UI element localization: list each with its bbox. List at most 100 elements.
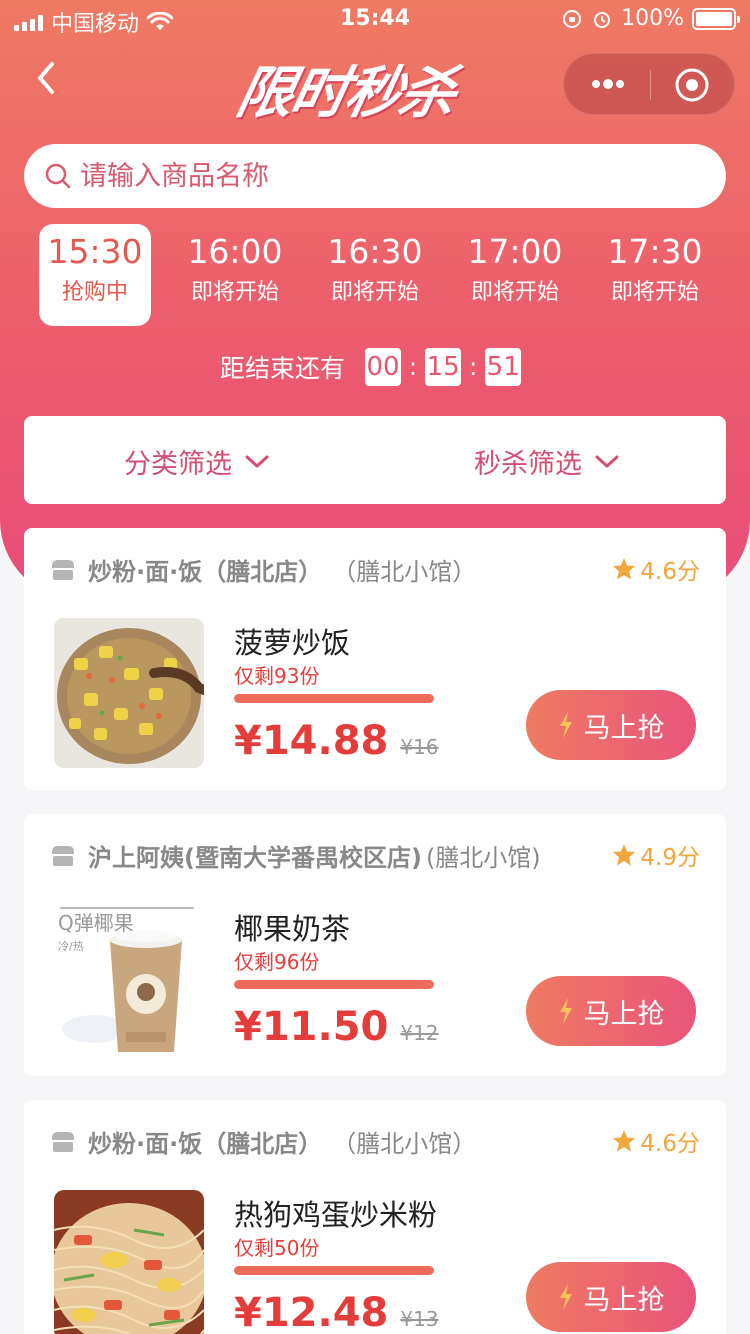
- category-filter[interactable]: 分类筛选: [124, 442, 270, 481]
- orientation-lock-icon: [563, 9, 582, 28]
- countdown-label: 距结束还有: [220, 354, 346, 383]
- countdown-minutes: 15: [425, 348, 462, 386]
- slot-time: 17:00: [467, 232, 563, 271]
- slot-time: 16:30: [327, 232, 423, 271]
- chevron-down-icon: [595, 455, 619, 467]
- price-row: ¥14.88 ¥16: [234, 718, 439, 764]
- slot-time: 16:00: [187, 232, 283, 271]
- battery-percent: 100%: [621, 6, 684, 31]
- buy-now-label: 马上抢: [583, 1284, 665, 1316]
- original-price: ¥16: [400, 735, 439, 759]
- shop-branch: （膳北小馆）: [332, 558, 477, 586]
- page-title: 限时秒杀: [230, 61, 461, 126]
- stock-remaining: 仅剩50份: [234, 1236, 320, 1260]
- store-icon: [52, 845, 74, 866]
- stock-remaining: 仅剩96份: [234, 950, 320, 974]
- store-icon: [52, 559, 74, 580]
- slot-status: 即将开始: [330, 280, 419, 305]
- lightning-icon: [559, 712, 572, 738]
- shop-rating: 4.6分: [612, 1124, 700, 1158]
- search-bar: [24, 144, 726, 208]
- product-card[interactable]: 炒粉·面·饭（膳北店） （膳北小馆） 4.6分 热狗鸡蛋炒米粉 仅剩50份 ¥1…: [24, 1100, 726, 1334]
- close-mini-program-icon[interactable]: [674, 67, 710, 103]
- stock-progress-bar: [234, 980, 434, 989]
- slot-time: 17:30: [607, 232, 703, 271]
- alarm-icon: [594, 11, 611, 28]
- time-slot-1600[interactable]: 16:00 即将开始: [179, 224, 291, 326]
- seckill-filter-label: 秒杀筛选: [474, 449, 582, 480]
- shop-rating: 4.6分: [612, 552, 700, 586]
- time-slot-1700[interactable]: 17:00 即将开始: [459, 224, 571, 326]
- search-input[interactable]: [80, 152, 700, 200]
- original-price: ¥13: [400, 1307, 439, 1331]
- stock-progress-bar: [234, 1266, 434, 1275]
- slot-status: 即将开始: [610, 280, 699, 305]
- sale-price: ¥11.50: [234, 1004, 389, 1050]
- category-filter-label: 分类筛选: [124, 449, 232, 480]
- countdown-seconds: 51: [485, 348, 522, 386]
- thumb-subcaption: 冷/热: [58, 940, 84, 953]
- stock-progress-fill: [234, 1266, 434, 1275]
- original-price: ¥12: [400, 1021, 439, 1045]
- slot-time: 15:30: [47, 232, 143, 271]
- lightning-icon: [559, 998, 572, 1024]
- star-icon: [613, 1130, 636, 1152]
- product-card[interactable]: 沪上阿姨(暨南大学番禺校区店) (膳北小馆) 4.9分 Q弹椰果 冷/热 椰果奶…: [24, 814, 726, 1076]
- product-title: 菠萝炒饭: [234, 626, 351, 660]
- sale-price: ¥12.48: [234, 1290, 389, 1334]
- shop-branch: （膳北小馆）: [332, 1130, 477, 1158]
- back-icon[interactable]: [30, 56, 60, 100]
- seckill-filter[interactable]: 秒杀筛选: [474, 442, 620, 481]
- time-slot-tabs: 15:30 抢购中 16:00 即将开始 16:30 即将开始 17:00 即将…: [24, 224, 726, 328]
- sale-price: ¥14.88: [234, 718, 389, 764]
- time-slot-1530[interactable]: 15:30 抢购中: [39, 224, 151, 326]
- buy-now-button[interactable]: 马上抢: [526, 1262, 696, 1332]
- time-slot-1730[interactable]: 17:30 即将开始: [599, 224, 711, 326]
- shop-info: 炒粉·面·饭（膳北店） （膳北小馆）: [50, 552, 476, 587]
- product-card[interactable]: 炒粉·面·饭（膳北店） （膳北小馆） 4.6分 菠萝炒饭 仅剩93份 ¥14.8…: [24, 528, 726, 790]
- slot-status: 即将开始: [470, 280, 559, 305]
- product-image: Q弹椰果 冷/热: [54, 904, 204, 1054]
- rating-value: 4.6分: [640, 1131, 700, 1157]
- search-icon: [45, 163, 71, 189]
- more-icon[interactable]: [588, 74, 628, 94]
- shop-branch: (膳北小馆): [425, 844, 541, 872]
- shop-rating: 4.9分: [612, 838, 700, 872]
- price-row: ¥12.48 ¥13: [234, 1290, 439, 1334]
- slot-status: 抢购中: [61, 280, 128, 305]
- lightning-icon: [559, 1284, 572, 1310]
- stock-progress-fill: [234, 980, 434, 989]
- shop-info: 沪上阿姨(暨南大学番禺校区店) (膳北小馆): [50, 838, 541, 873]
- battery-icon: [692, 7, 740, 30]
- stock-remaining: 仅剩93份: [234, 664, 320, 688]
- buy-now-button[interactable]: 马上抢: [526, 976, 696, 1046]
- star-icon: [613, 558, 636, 580]
- rating-value: 4.6分: [640, 559, 700, 585]
- product-title: 椰果奶茶: [234, 912, 351, 946]
- countdown-hours: 00: [365, 348, 402, 386]
- stock-progress-bar: [234, 694, 434, 703]
- time-slot-1630[interactable]: 16:30 即将开始: [319, 224, 431, 326]
- status-bar: 中国移动 15:44 100%: [0, 0, 750, 40]
- product-image: [54, 618, 204, 768]
- filter-bar: 分类筛选 秒杀筛选: [24, 416, 726, 504]
- slot-status: 即将开始: [190, 280, 279, 305]
- price-row: ¥11.50 ¥12: [234, 1004, 439, 1050]
- product-title: 热狗鸡蛋炒米粉: [234, 1198, 438, 1232]
- chevron-down-icon: [245, 455, 269, 467]
- countdown: 距结束还有 00 : 15 : 51: [220, 348, 525, 386]
- shop-info: 炒粉·面·饭（膳北店） （膳北小馆）: [50, 1124, 476, 1159]
- star-icon: [613, 844, 636, 866]
- shop-name: 炒粉·面·饭（膳北店）: [88, 558, 323, 586]
- rating-value: 4.9分: [640, 845, 700, 871]
- buy-now-label: 马上抢: [583, 998, 665, 1030]
- shop-name: 沪上阿姨(暨南大学番禺校区店): [88, 844, 422, 872]
- mini-program-capsule: [563, 53, 735, 115]
- store-icon: [52, 1131, 74, 1152]
- shop-name: 炒粉·面·饭（膳北店）: [88, 1130, 323, 1158]
- buy-now-label: 马上抢: [583, 712, 665, 744]
- buy-now-button[interactable]: 马上抢: [526, 690, 696, 760]
- product-image: [54, 1190, 204, 1334]
- thumb-caption: Q弹椰果: [58, 911, 134, 935]
- stock-progress-fill: [234, 694, 434, 703]
